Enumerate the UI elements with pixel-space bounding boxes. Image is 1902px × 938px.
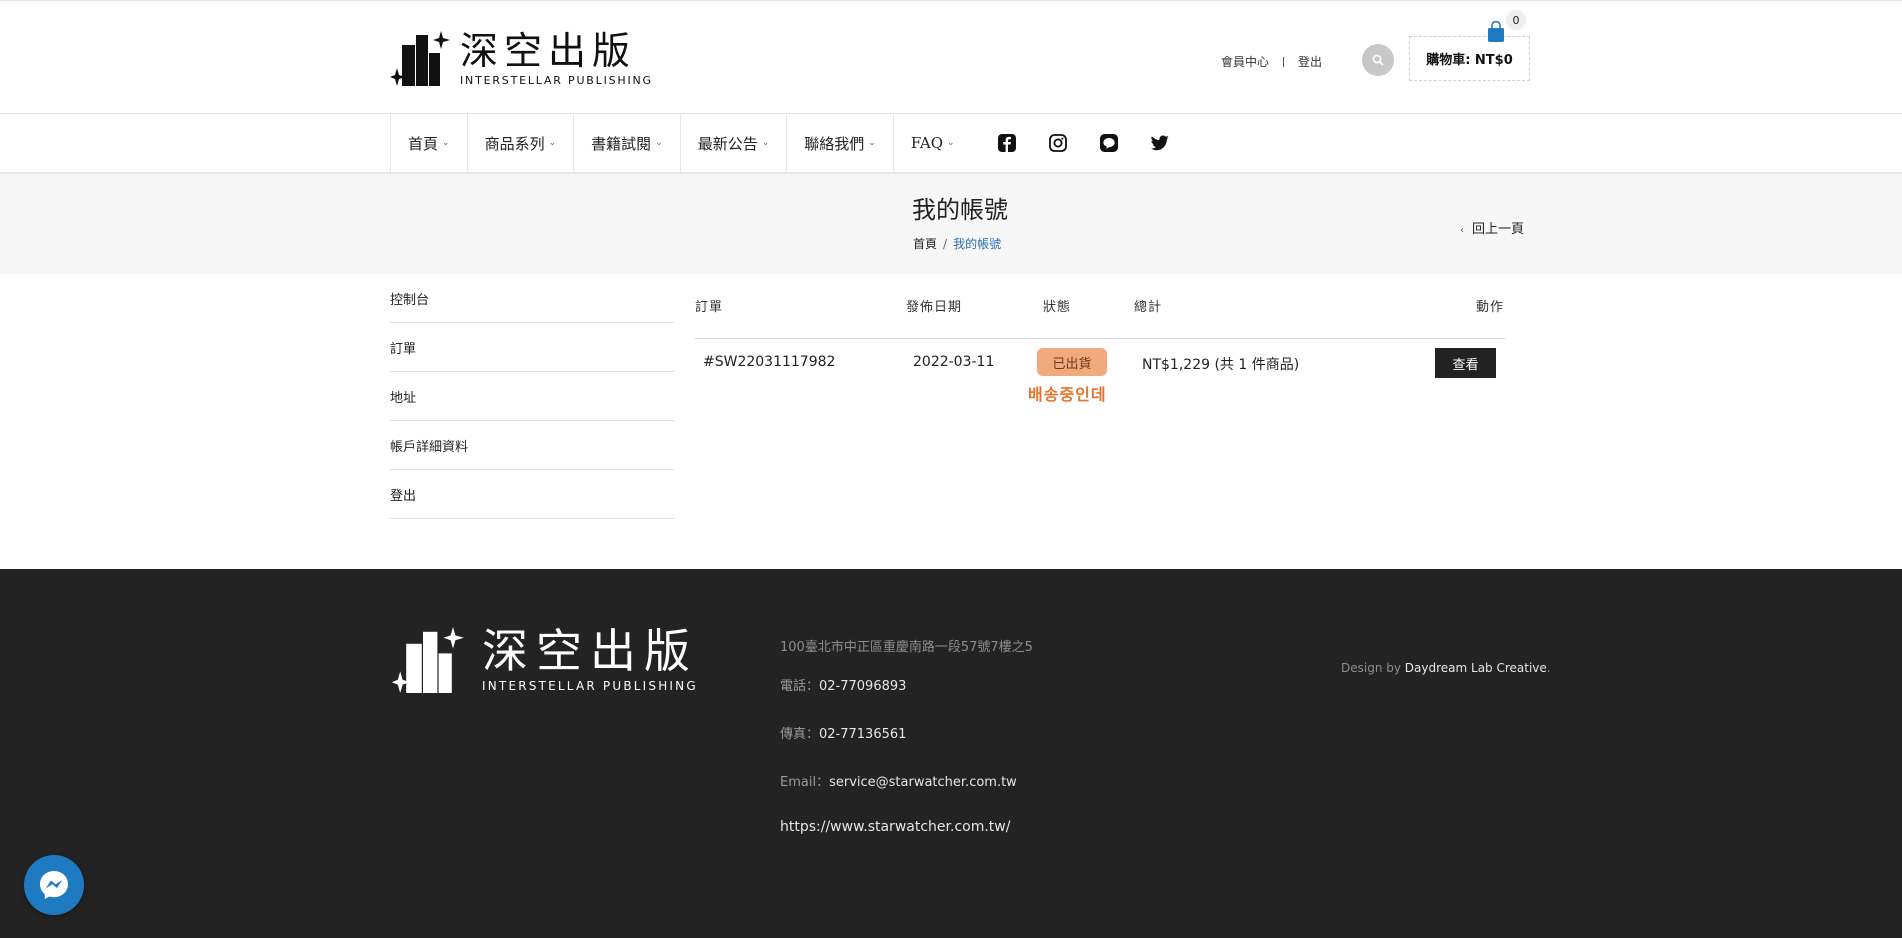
page-title-band: 我的帳號 首頁 / 我的帳號 ‹ 回上一頁 xyxy=(0,174,1902,274)
chevron-down-icon: ⌄ xyxy=(655,138,663,148)
footer-fax: 傳真：02-77136561 xyxy=(780,723,906,742)
account-sidebar: 控制台 訂單 地址 帳戶詳細資料 登出 xyxy=(390,274,675,519)
fax-label: 傳真： xyxy=(780,727,820,742)
cart-count-badge: 0 xyxy=(1506,10,1526,30)
status-note: 배송중인데 xyxy=(1028,385,1107,404)
email-label: Email： xyxy=(780,775,830,790)
logo-english-name: INTERSTELLAR PUBLISHING xyxy=(460,74,653,87)
nav-item-label: 書籍試閱 xyxy=(591,134,652,153)
logo-chinese-name: 深空出版 xyxy=(460,29,637,73)
search-button[interactable] xyxy=(1362,44,1394,76)
nav-item-contact[interactable]: 聯絡我們 ⌄ xyxy=(786,114,893,172)
nav-item-products[interactable]: 商品系列 ⌄ xyxy=(466,114,574,172)
sidebar-item-label: 地址 xyxy=(390,390,417,406)
view-order-button[interactable]: 查看 xyxy=(1435,348,1496,378)
shopping-bag-icon[interactable] xyxy=(1487,21,1505,43)
search-icon xyxy=(1372,54,1384,66)
back-link[interactable]: ‹ 回上一頁 xyxy=(1460,218,1524,237)
chevron-left-icon: ‹ xyxy=(1460,225,1464,236)
nav-item-news[interactable]: 最新公告 ⌄ xyxy=(679,114,787,172)
chevron-down-icon: ⌄ xyxy=(868,138,876,148)
order-date: 2022-03-11 xyxy=(913,354,995,370)
table-header-divider xyxy=(695,338,1505,339)
column-header-action: 動作 xyxy=(1476,300,1505,315)
column-header-order: 訂單 xyxy=(695,300,724,315)
line-icon[interactable] xyxy=(1084,134,1135,152)
breadcrumb-separator: / xyxy=(943,237,948,251)
twitter-icon[interactable] xyxy=(1135,135,1186,151)
logo-mark-icon xyxy=(391,627,464,693)
logo-mark-icon xyxy=(390,31,450,86)
breadcrumb-home[interactable]: 首頁 xyxy=(913,237,937,251)
back-label: 回上一頁 xyxy=(1472,222,1525,237)
nav-item-label: 首頁 xyxy=(408,134,439,153)
messenger-icon xyxy=(40,871,68,899)
footer-logo-english-name: INTERSTELLAR PUBLISHING xyxy=(482,679,698,693)
nav-item-label: 商品系列 xyxy=(484,134,545,153)
nav-item-home[interactable]: 首頁 ⌄ xyxy=(390,114,467,172)
nav-item-label: FAQ xyxy=(910,134,944,152)
email-link[interactable]: service@starwatcher.com.tw xyxy=(829,775,1017,790)
sidebar-item-label: 登出 xyxy=(390,488,417,504)
page-title: 我的帳號 xyxy=(912,196,1008,224)
breadcrumb: 首頁 / 我的帳號 xyxy=(913,235,1001,252)
cart-label: 購物車: NT$0 xyxy=(1426,53,1513,68)
account-links: 會員中心 登出 xyxy=(1221,53,1322,70)
facebook-icon[interactable] xyxy=(982,134,1033,152)
status-badge: 已出貨 xyxy=(1037,348,1107,376)
social-links xyxy=(982,114,1186,172)
chevron-down-icon: ⌄ xyxy=(442,138,450,148)
messenger-chat-button[interactable] xyxy=(24,855,84,915)
cart-button[interactable]: 購物車: NT$0 xyxy=(1409,36,1530,81)
instagram-icon[interactable] xyxy=(1033,134,1084,152)
nav-item-book-preview[interactable]: 書籍試閱 ⌄ xyxy=(573,114,680,172)
site-footer: 深空出版 INTERSTELLAR PUBLISHING 100臺北市中正區重慶… xyxy=(0,569,1902,938)
site-logo[interactable]: 深空出版 INTERSTELLAR PUBLISHING xyxy=(390,31,653,87)
sidebar-item-label: 帳戶詳細資料 xyxy=(390,439,469,455)
phone-label: 電話： xyxy=(780,679,820,694)
fax-number: 02-77136561 xyxy=(819,727,907,742)
footer-logo[interactable]: 深空出版 INTERSTELLAR PUBLISHING xyxy=(390,627,698,693)
design-suffix: . xyxy=(1546,661,1551,675)
website-link[interactable]: https://www.starwatcher.com.tw/ xyxy=(780,819,1010,835)
design-credit-link[interactable]: Daydream Lab Creative xyxy=(1405,661,1547,675)
sidebar-item-label: 訂單 xyxy=(390,341,417,357)
logout-link[interactable]: 登出 xyxy=(1298,53,1322,70)
nav-item-faq[interactable]: FAQ ⌄ xyxy=(892,114,972,172)
design-prefix: Design by xyxy=(1341,661,1405,675)
column-header-total: 總計 xyxy=(1134,300,1163,315)
member-center-link[interactable]: 會員中心 xyxy=(1221,53,1269,70)
sidebar-item-account-details[interactable]: 帳戶詳細資料 xyxy=(390,421,675,470)
main-nav: 首頁 ⌄ 商品系列 ⌄ 書籍試閱 ⌄ 最新公告 ⌄ 聯絡我們 ⌄ FAQ ⌄ xyxy=(0,114,1902,174)
sidebar-item-dashboard[interactable]: 控制台 xyxy=(390,274,675,323)
sidebar-item-label: 控制台 xyxy=(390,292,430,308)
sidebar-item-logout[interactable]: 登出 xyxy=(390,470,675,519)
design-credit: Design by Daydream Lab Creative. xyxy=(1341,661,1551,675)
footer-phone: 電話：02-77096893 xyxy=(780,675,906,694)
site-header: 深空出版 INTERSTELLAR PUBLISHING 會員中心 登出 購物車… xyxy=(0,0,1902,114)
phone-number[interactable]: 02-77096893 xyxy=(819,679,906,694)
sidebar-item-addresses[interactable]: 地址 xyxy=(390,372,675,421)
chevron-down-icon: ⌄ xyxy=(761,138,770,148)
chevron-down-icon: ⌄ xyxy=(548,138,557,148)
nav-item-label: 聯絡我們 xyxy=(804,134,865,153)
breadcrumb-current: 我的帳號 xyxy=(953,237,1002,251)
chevron-down-icon: ⌄ xyxy=(947,138,955,148)
sidebar-item-orders[interactable]: 訂單 xyxy=(390,323,675,372)
order-number-link[interactable]: #SW22031117982 xyxy=(703,354,835,370)
footer-logo-chinese-name: 深空出版 xyxy=(482,624,698,678)
link-divider xyxy=(1283,56,1285,67)
footer-email: Email：service@starwatcher.com.tw xyxy=(780,771,1017,790)
footer-address: 100臺北市中正區重慶南路一段57號7樓之5 xyxy=(780,640,1033,655)
nav-item-label: 最新公告 xyxy=(697,134,758,153)
order-total: NT$1,229 (共 1 件商品) xyxy=(1142,357,1300,373)
column-header-date: 發佈日期 xyxy=(906,300,963,315)
column-header-status: 狀態 xyxy=(1043,300,1072,315)
